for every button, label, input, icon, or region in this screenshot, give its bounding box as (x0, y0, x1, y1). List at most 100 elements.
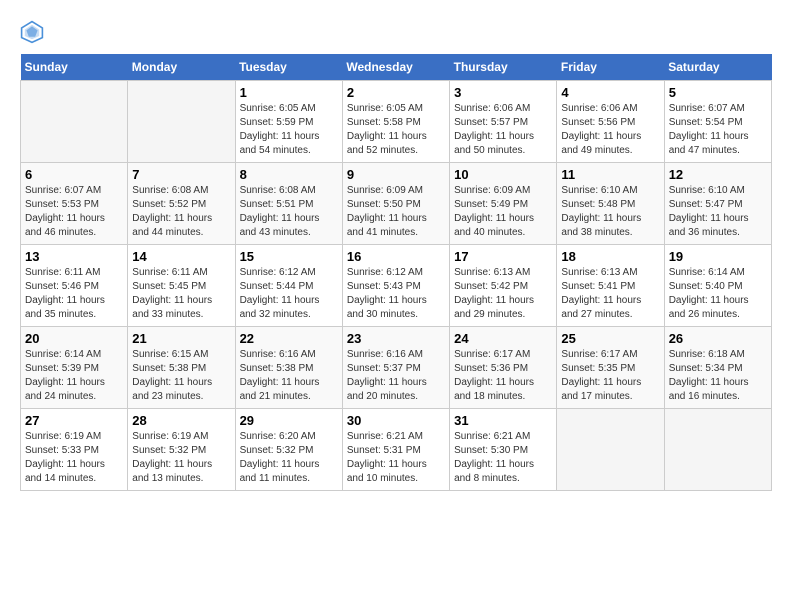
weekday-header-wednesday: Wednesday (342, 54, 449, 81)
day-number: 31 (454, 413, 552, 428)
weekday-header-thursday: Thursday (450, 54, 557, 81)
day-info: Sunrise: 6:18 AMSunset: 5:34 PMDaylight:… (669, 348, 767, 404)
calendar-day-cell: 20 Sunrise: 6:14 AMSunset: 5:39 PMDayligh… (21, 327, 128, 409)
calendar-day-cell: 8 Sunrise: 6:08 AMSunset: 5:51 PMDaylight… (235, 163, 342, 245)
day-info: Sunrise: 6:10 AMSunset: 5:48 PMDaylight:… (561, 184, 659, 240)
calendar-day-cell: 18 Sunrise: 6:13 AMSunset: 5:41 PMDayligh… (557, 245, 664, 327)
logo (20, 20, 48, 44)
calendar-day-cell: 6 Sunrise: 6:07 AMSunset: 5:53 PMDaylight… (21, 163, 128, 245)
calendar-day-cell: 29 Sunrise: 6:20 AMSunset: 5:32 PMDayligh… (235, 409, 342, 491)
calendar-day-cell: 21Sunrise: 6:15 AMSunset: 5:38 PMDayligh… (128, 327, 235, 409)
day-number: 19 (669, 249, 767, 264)
day-number: 24 (454, 331, 552, 346)
day-number: 18 (561, 249, 659, 264)
calendar-day-cell: 10 Sunrise: 6:09 AMSunset: 5:49 PMDayligh… (450, 163, 557, 245)
calendar-week-row: 13 Sunrise: 6:11 AMSunset: 5:46 PMDayligh… (21, 245, 772, 327)
day-number: 28 (132, 413, 230, 428)
day-info: Sunrise: 6:13 AMSunset: 5:42 PMDaylight:… (454, 266, 552, 322)
day-number: 11 (561, 167, 659, 182)
day-number: 1 (240, 85, 338, 100)
calendar-day-cell: 28 Sunrise: 6:19 AMSunset: 5:32 PMDayligh… (128, 409, 235, 491)
day-number: 10 (454, 167, 552, 182)
day-info: Sunrise: 6:13 AMSunset: 5:41 PMDaylight:… (561, 266, 659, 322)
calendar-table: SundayMondayTuesdayWednesdayThursdayFrid… (20, 54, 772, 491)
day-info: Sunrise: 6:08 AMSunset: 5:52 PMDaylight:… (132, 184, 230, 240)
calendar-day-cell (21, 81, 128, 163)
day-number: 21 (132, 331, 230, 346)
day-number: 29 (240, 413, 338, 428)
calendar-week-row: 6 Sunrise: 6:07 AMSunset: 5:53 PMDaylight… (21, 163, 772, 245)
day-info: Sunrise: 6:12 AMSunset: 5:44 PMDaylight:… (240, 266, 338, 322)
calendar-day-cell: 3Sunrise: 6:06 AMSunset: 5:57 PMDaylight… (450, 81, 557, 163)
day-number: 22 (240, 331, 338, 346)
weekday-header-sunday: Sunday (21, 54, 128, 81)
calendar-day-cell: 27 Sunrise: 6:19 AMSunset: 5:33 PMDayligh… (21, 409, 128, 491)
day-info: Sunrise: 6:07 AMSunset: 5:54 PMDaylight:… (669, 102, 767, 158)
calendar-day-cell: 5 Sunrise: 6:07 AMSunset: 5:54 PMDaylight… (664, 81, 771, 163)
weekday-header-row: SundayMondayTuesdayWednesdayThursdayFrid… (21, 54, 772, 81)
day-info: Sunrise: 6:14 AMSunset: 5:40 PMDaylight:… (669, 266, 767, 322)
calendar-week-row: 20 Sunrise: 6:14 AMSunset: 5:39 PMDayligh… (21, 327, 772, 409)
day-info: Sunrise: 6:19 AMSunset: 5:32 PMDaylight:… (132, 430, 230, 486)
day-number: 12 (669, 167, 767, 182)
day-info: Sunrise: 6:11 AMSunset: 5:46 PMDaylight:… (25, 266, 123, 322)
day-info: Sunrise: 6:10 AMSunset: 5:47 PMDaylight:… (669, 184, 767, 240)
day-number: 27 (25, 413, 123, 428)
day-number: 23 (347, 331, 445, 346)
day-info: Sunrise: 6:06 AMSunset: 5:56 PMDaylight:… (561, 102, 659, 158)
calendar-day-cell: 2Sunrise: 6:05 AMSunset: 5:58 PMDaylight… (342, 81, 449, 163)
weekday-header-monday: Monday (128, 54, 235, 81)
day-number: 15 (240, 249, 338, 264)
day-number: 5 (669, 85, 767, 100)
weekday-header-tuesday: Tuesday (235, 54, 342, 81)
calendar-day-cell: 16 Sunrise: 6:12 AMSunset: 5:43 PMDayligh… (342, 245, 449, 327)
calendar-day-cell: 22Sunrise: 6:16 AMSunset: 5:38 PMDayligh… (235, 327, 342, 409)
calendar-day-cell: 1 Sunrise: 6:05 AMSunset: 5:59 PMDaylight… (235, 81, 342, 163)
day-info: Sunrise: 6:08 AMSunset: 5:51 PMDaylight:… (240, 184, 338, 240)
logo-icon (20, 20, 44, 44)
calendar-day-cell: 23 Sunrise: 6:16 AMSunset: 5:37 PMDayligh… (342, 327, 449, 409)
weekday-header-friday: Friday (557, 54, 664, 81)
page-header (20, 20, 772, 44)
calendar-day-cell: 30Sunrise: 6:21 AMSunset: 5:31 PMDayligh… (342, 409, 449, 491)
day-number: 9 (347, 167, 445, 182)
day-info: Sunrise: 6:20 AMSunset: 5:32 PMDaylight:… (240, 430, 338, 486)
day-info: Sunrise: 6:11 AMSunset: 5:45 PMDaylight:… (132, 266, 230, 322)
day-info: Sunrise: 6:16 AMSunset: 5:37 PMDaylight:… (347, 348, 445, 404)
calendar-week-row: 27 Sunrise: 6:19 AMSunset: 5:33 PMDayligh… (21, 409, 772, 491)
day-info: Sunrise: 6:17 AMSunset: 5:36 PMDaylight:… (454, 348, 552, 404)
calendar-day-cell (557, 409, 664, 491)
day-info: Sunrise: 6:14 AMSunset: 5:39 PMDaylight:… (25, 348, 123, 404)
day-info: Sunrise: 6:05 AMSunset: 5:59 PMDaylight:… (240, 102, 338, 158)
calendar-day-cell: 7 Sunrise: 6:08 AMSunset: 5:52 PMDaylight… (128, 163, 235, 245)
day-number: 6 (25, 167, 123, 182)
calendar-day-cell: 26 Sunrise: 6:18 AMSunset: 5:34 PMDayligh… (664, 327, 771, 409)
day-info: Sunrise: 6:09 AMSunset: 5:50 PMDaylight:… (347, 184, 445, 240)
day-info: Sunrise: 6:07 AMSunset: 5:53 PMDaylight:… (25, 184, 123, 240)
day-number: 30 (347, 413, 445, 428)
day-number: 8 (240, 167, 338, 182)
weekday-header-saturday: Saturday (664, 54, 771, 81)
calendar-day-cell: 17 Sunrise: 6:13 AMSunset: 5:42 PMDayligh… (450, 245, 557, 327)
calendar-day-cell: 31 Sunrise: 6:21 AMSunset: 5:30 PMDayligh… (450, 409, 557, 491)
day-number: 20 (25, 331, 123, 346)
calendar-day-cell: 14 Sunrise: 6:11 AMSunset: 5:45 PMDayligh… (128, 245, 235, 327)
day-number: 14 (132, 249, 230, 264)
calendar-day-cell: 15 Sunrise: 6:12 AMSunset: 5:44 PMDayligh… (235, 245, 342, 327)
calendar-day-cell: 13 Sunrise: 6:11 AMSunset: 5:46 PMDayligh… (21, 245, 128, 327)
day-info: Sunrise: 6:21 AMSunset: 5:30 PMDaylight:… (454, 430, 552, 486)
day-info: Sunrise: 6:09 AMSunset: 5:49 PMDaylight:… (454, 184, 552, 240)
day-number: 13 (25, 249, 123, 264)
day-number: 16 (347, 249, 445, 264)
day-number: 17 (454, 249, 552, 264)
day-number: 26 (669, 331, 767, 346)
day-number: 4 (561, 85, 659, 100)
calendar-day-cell: 12 Sunrise: 6:10 AMSunset: 5:47 PMDayligh… (664, 163, 771, 245)
day-info: Sunrise: 6:12 AMSunset: 5:43 PMDaylight:… (347, 266, 445, 322)
day-number: 7 (132, 167, 230, 182)
day-info: Sunrise: 6:19 AMSunset: 5:33 PMDaylight:… (25, 430, 123, 486)
day-number: 25 (561, 331, 659, 346)
calendar-day-cell: 11 Sunrise: 6:10 AMSunset: 5:48 PMDayligh… (557, 163, 664, 245)
calendar-day-cell: 9 Sunrise: 6:09 AMSunset: 5:50 PMDaylight… (342, 163, 449, 245)
calendar-day-cell: 19 Sunrise: 6:14 AMSunset: 5:40 PMDayligh… (664, 245, 771, 327)
